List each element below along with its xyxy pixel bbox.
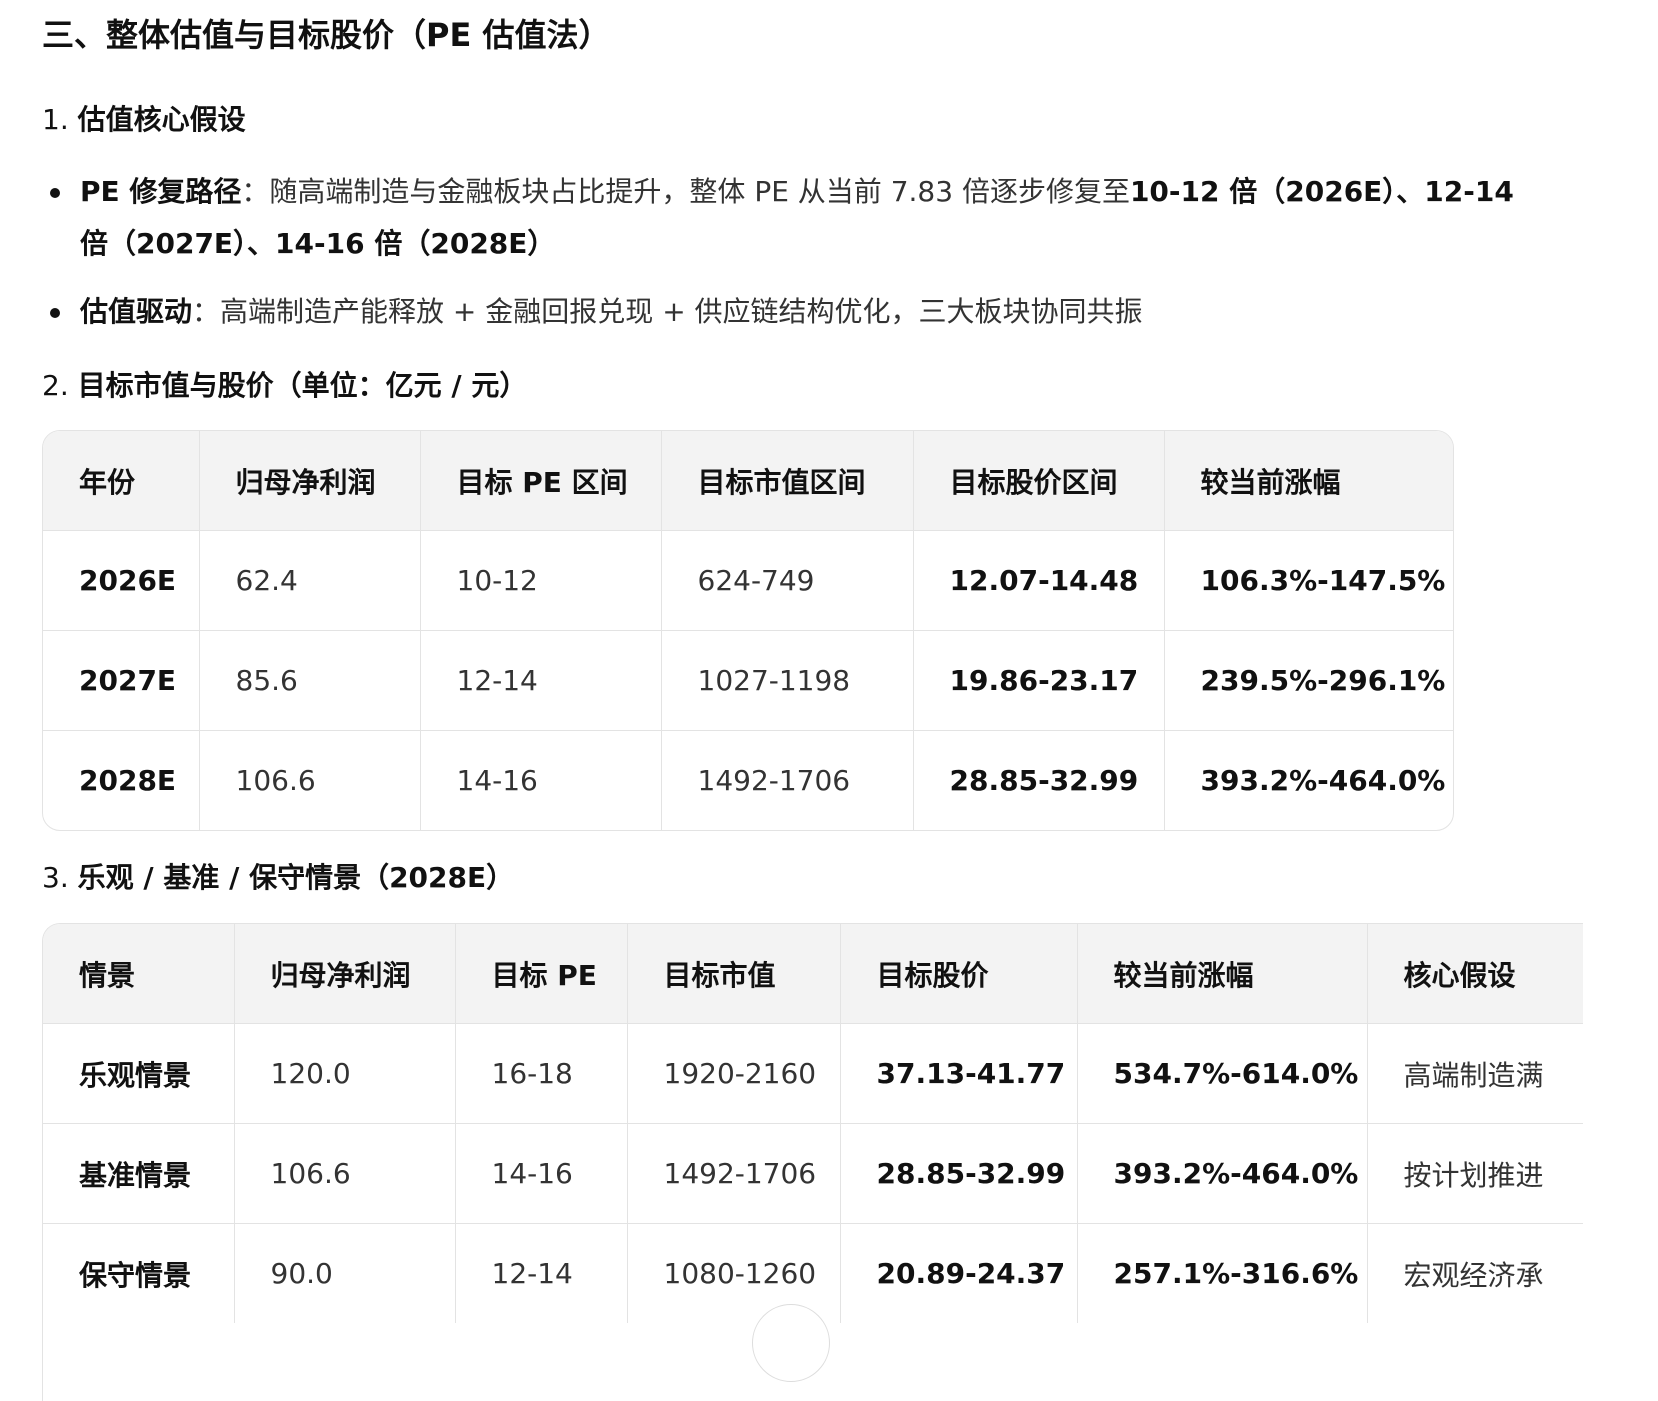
- subsection-3-title: 乐观 / 基准 / 保守情景（2028E）: [77, 861, 515, 894]
- cell-upside: 393.2%-464.0%: [1200, 764, 1446, 797]
- cell-upside: 106.3%-147.5%: [1164, 530, 1453, 631]
- col-header-upside: 较当前涨幅: [1077, 924, 1368, 1024]
- assumption-list: PE 修复路径：随高端制造与金融板块占比提升，整体 PE 从当前 7.83 倍逐…: [42, 166, 1542, 354]
- col-header-net-profit: 归母净利润: [234, 924, 456, 1024]
- cell-target-pe: 16-18: [455, 1023, 628, 1124]
- col-header-core-assumption: 核心假设: [1367, 924, 1583, 1024]
- cell-net-profit: 106.6: [199, 730, 421, 830]
- cell-year: 2026E: [43, 530, 200, 631]
- cell-net-profit: 106.6: [234, 1123, 456, 1224]
- scroll-down-button[interactable]: [752, 1304, 830, 1382]
- subsection-2-title: 目标市值与股价（单位：亿元 / 元）: [77, 369, 528, 402]
- table-row: 乐观情景 120.0 16-18 1920-2160 37.13-41.77 5…: [43, 1023, 1583, 1124]
- cell-net-profit: 120.0: [234, 1023, 456, 1124]
- subsection-2-heading: 2. 目标市值与股价（单位：亿元 / 元）: [42, 366, 527, 406]
- cell-upside: 393.2%-464.0%: [1077, 1123, 1368, 1224]
- table-row: 2027E 85.6 12-14 1027-1198 19.86-23.17 2…: [43, 630, 1453, 731]
- cell-year: 2027E: [43, 630, 200, 731]
- section-title: 三、整体估值与目标股价（PE 估值法）: [42, 16, 611, 54]
- cell-target-price: 20.89-24.37: [840, 1223, 1078, 1323]
- cell-market-cap: 1027-1198: [661, 630, 914, 731]
- col-header-scenario: 情景: [43, 924, 235, 1024]
- col-header-year: 年份: [43, 431, 200, 531]
- cell-net-profit: 85.6: [199, 630, 421, 731]
- bullet-colon: ：: [241, 175, 270, 208]
- cell-core-assumption: 高端制造满: [1367, 1023, 1583, 1124]
- bullet-valuation-driver: 估值驱动：高端制造产能释放 + 金融回报兑现 + 供应链结构优化，三大板块协同共…: [42, 286, 1542, 338]
- cell-core-assumption: 宏观经济承: [1403, 1258, 1544, 1292]
- col-header-upside: 较当前涨幅: [1164, 431, 1453, 531]
- cell-market-cap: 1920-2160: [627, 1023, 841, 1124]
- cell-market-cap: 1492-1706: [661, 730, 914, 830]
- table-row: 保守情景 90.0 12-14 1080-1260 20.89-24.37 25…: [43, 1223, 1583, 1323]
- table-header-row: 情景 归母净利润 目标 PE 目标市值 目标股价 较当前涨幅 核心假设: [43, 924, 1583, 1024]
- cell-target-pe: 12-14: [455, 1223, 628, 1323]
- table-row: 2026E 62.4 10-12 624-749 12.07-14.48 106…: [43, 530, 1453, 631]
- cell-scenario: 基准情景: [43, 1123, 235, 1224]
- target-price-table-wrapper: 年份 归母净利润 目标 PE 区间 目标市值区间 目标股价区间 较当前涨幅 20…: [42, 430, 1454, 831]
- cell-net-profit: 62.4: [199, 530, 421, 631]
- cell-market-cap: 1492-1706: [627, 1123, 841, 1224]
- subsection-3-number: 3.: [42, 861, 69, 894]
- cell-target-pe: 14-16: [455, 1123, 628, 1224]
- cell-target-price: 37.13-41.77: [840, 1023, 1078, 1124]
- cell-target-pe: 14-16: [420, 730, 662, 830]
- col-header-market-cap: 目标市值区间: [661, 431, 914, 531]
- subsection-1-number: 1.: [42, 103, 69, 136]
- table-row: 基准情景 106.6 14-16 1492-1706 28.85-32.99 3…: [43, 1123, 1583, 1224]
- col-header-target-pe: 目标 PE: [455, 924, 628, 1024]
- col-header-net-profit: 归母净利润: [199, 431, 421, 531]
- col-header-target-price: 目标股价: [840, 924, 1078, 1024]
- table-header-row: 年份 归母净利润 目标 PE 区间 目标市值区间 目标股价区间 较当前涨幅: [43, 431, 1453, 531]
- cell-scenario: 乐观情景: [43, 1023, 235, 1124]
- col-header-market-cap: 目标市值: [627, 924, 841, 1024]
- subsection-3-heading: 3. 乐观 / 基准 / 保守情景（2028E）: [42, 858, 514, 898]
- bullet-text: 随高端制造与金融板块占比提升，整体 PE 从当前 7.83 倍逐步修复至: [269, 175, 1130, 208]
- cell-upside: 534.7%-614.0%: [1077, 1023, 1368, 1124]
- cell-core-assumption: 按计划推进: [1367, 1123, 1583, 1224]
- cell-target-price: 12.07-14.48: [913, 530, 1165, 631]
- bullet-pe-path: PE 修复路径：随高端制造与金融板块占比提升，整体 PE 从当前 7.83 倍逐…: [42, 166, 1542, 270]
- cell-target-pe: 12-14: [420, 630, 662, 731]
- cell-upside: 257.1%-316.6%: [1077, 1223, 1368, 1323]
- cell-target-price: 28.85-32.99: [913, 730, 1165, 830]
- scenario-table: 情景 归母净利润 目标 PE 目标市值 目标股价 较当前涨幅 核心假设 乐观情景…: [43, 924, 1583, 1323]
- bullet-text: 高端制造产能释放 + 金融回报兑现 + 供应链结构优化，三大板块协同共振: [220, 295, 1143, 328]
- cell-year: 2028E: [43, 730, 200, 830]
- cell-scenario: 保守情景: [43, 1223, 235, 1323]
- subsection-1-title: 估值核心假设: [77, 103, 246, 136]
- cell-market-cap: 624-749: [661, 530, 914, 631]
- col-header-target-pe: 目标 PE 区间: [420, 431, 662, 531]
- cell-target-pe: 10-12: [420, 530, 662, 631]
- cell-target-price: 28.85-32.99: [840, 1123, 1078, 1224]
- cell-net-profit: 90.0: [234, 1223, 456, 1323]
- bullet-colon: ：: [192, 295, 221, 328]
- col-header-target-price: 目标股价区间: [913, 431, 1165, 531]
- cell-target-price: 19.86-23.17: [913, 630, 1165, 731]
- target-price-table: 年份 归母净利润 目标 PE 区间 目标市值区间 目标股价区间 较当前涨幅 20…: [43, 431, 1453, 830]
- bullet-label: 估值驱动: [80, 295, 193, 328]
- cell-upside: 239.5%-296.1%: [1164, 630, 1453, 731]
- subsection-1-heading: 1. 估值核心假设: [42, 100, 246, 140]
- subsection-2-number: 2.: [42, 369, 69, 402]
- table-row: 2028E 106.6 14-16 1492-1706 28.85-32.99 …: [43, 730, 1453, 830]
- bullet-label: PE 修复路径: [80, 175, 242, 208]
